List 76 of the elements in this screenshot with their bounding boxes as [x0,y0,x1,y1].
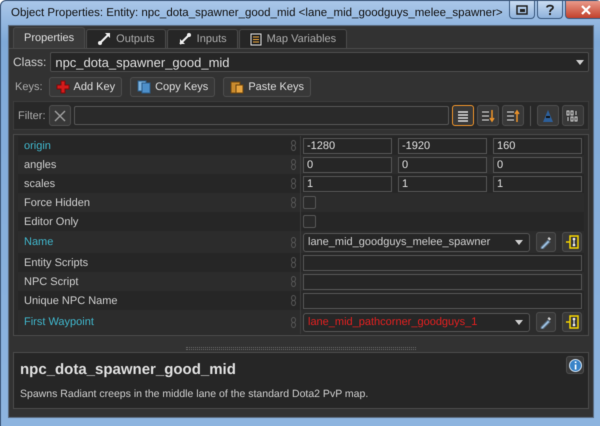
value-field[interactable]: -1280 [303,138,392,154]
value-field[interactable]: 0 [493,156,582,172]
value-field[interactable] [303,274,582,290]
property-name: origin [23,140,52,152]
key-button[interactable]: Paste Keys [223,77,311,97]
class-label: Class: [13,55,46,69]
caret-icon [515,240,523,244]
value-field[interactable]: 0 [398,156,487,172]
property-name: Entity Scripts [23,256,90,268]
help-button[interactable] [536,1,563,19]
arrow-icon [97,32,112,46]
sort-icon [480,108,496,122]
entity-description: Spawns Radiant creeps in the middle lane of the standard Dota2 PvP map. [20,388,370,400]
property-name: First Waypoint [23,316,95,328]
entity-title: npc_dota_spawner_good_mid [20,361,236,378]
target-node-icon [565,235,579,249]
hooded-figure-icon [541,108,555,122]
value-field[interactable] [303,292,582,308]
binary-icon [566,110,580,122]
caret-icon [576,60,584,64]
info-icon [568,358,582,372]
property-name: scales [23,178,56,190]
info-button[interactable] [566,356,584,374]
key-button[interactable]: Add Key [48,77,122,97]
sort-icon [505,108,521,122]
class-dropdown[interactable]: npc_dota_spawner_good_mid [50,52,589,72]
value-field[interactable]: 1 [303,176,392,192]
value-field[interactable]: 1 [398,176,487,192]
eyedropper-icon [539,315,553,329]
value-field[interactable]: -1920 [398,138,487,154]
close-button[interactable] [564,1,600,19]
clear-button[interactable] [48,105,70,126]
pick-button[interactable] [536,232,556,252]
eyedropper-icon [539,235,553,249]
restore-icon [516,4,528,14]
tab[interactable]: Map Variables [238,29,348,48]
view-button[interactable] [477,105,499,126]
checkbox[interactable] [303,215,316,228]
plus-icon [56,80,70,94]
pick-button[interactable] [536,312,556,332]
binary-button[interactable] [562,105,584,126]
keys-label: Keys: [15,81,43,93]
arrow-icon [178,32,192,46]
question-icon [546,4,554,15]
caret-icon [515,320,523,324]
property-name: Name [23,236,54,248]
list-icon [250,32,262,46]
property-name: Editor Only [23,216,80,228]
target-node-icon [565,315,579,329]
select-button[interactable] [562,232,582,252]
select-button[interactable] [562,312,582,332]
property-name: NPC Script [23,276,80,288]
tab[interactable]: Outputs [86,29,166,48]
value-field[interactable]: 0 [303,156,392,172]
property-name: Unique NPC Name [23,294,119,306]
documents-icon [137,80,152,94]
target-dropdown[interactable]: lane_mid_goodguys_melee_spawner [303,232,530,252]
tab[interactable]: Properties [13,27,86,48]
property-name: angles [23,158,58,170]
value-field[interactable]: 1 [493,176,582,192]
value-field[interactable]: 160 [493,138,582,154]
restore-button[interactable] [508,1,535,19]
close-icon [580,4,591,14]
list-icon [456,108,470,122]
view-button[interactable] [452,105,474,126]
tab[interactable]: Inputs [166,29,238,48]
filter-label: Filter: [18,110,46,122]
close-icon [54,110,66,122]
clipboard-icon [230,80,244,94]
checkbox[interactable] [303,196,316,209]
filter-field[interactable] [74,106,449,125]
window-title: Object Properties: Entity: npc_dota_spawner_good_mid <lane_mid_goodguys_melee_spawner> [11,7,503,19]
key-button[interactable]: Copy Keys [130,77,216,97]
view-button[interactable] [502,105,524,126]
property-name: Force Hidden [23,196,92,208]
value-field[interactable] [303,254,582,270]
